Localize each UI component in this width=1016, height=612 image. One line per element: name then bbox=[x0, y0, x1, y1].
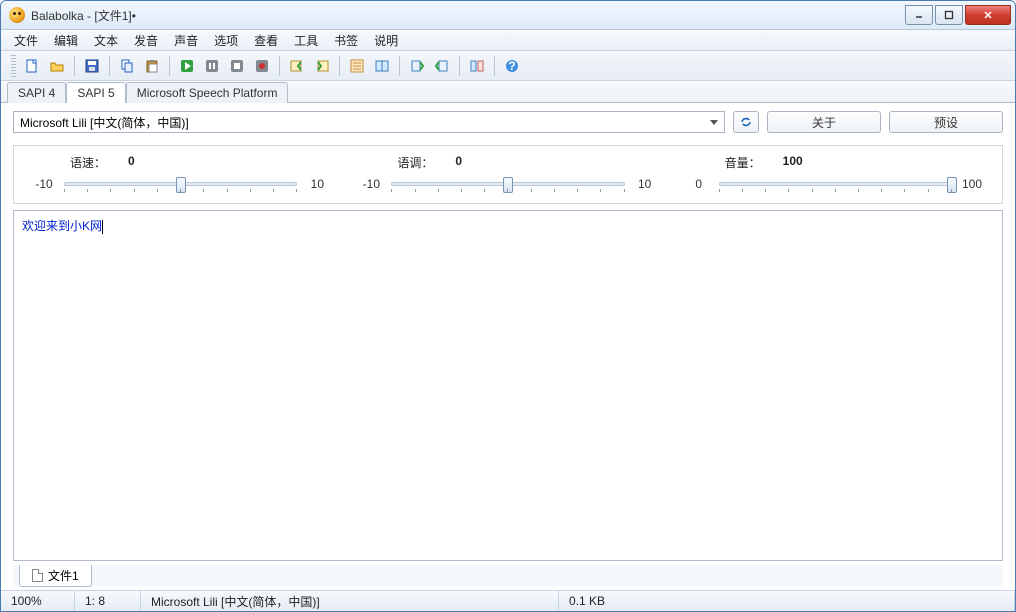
volume-slider[interactable] bbox=[719, 175, 952, 193]
toolbar-separator bbox=[169, 56, 170, 76]
document-tab-label: 文件1 bbox=[48, 567, 79, 584]
paste-icon[interactable] bbox=[141, 55, 163, 77]
volume-min: 0 bbox=[687, 177, 711, 191]
document-tabs: 文件1 bbox=[13, 565, 1003, 586]
voice-panel: Microsoft Lili [中文(简体，中国)] 关于 预设 bbox=[1, 103, 1015, 137]
toolbar-separator bbox=[459, 56, 460, 76]
minimize-button[interactable] bbox=[905, 5, 933, 25]
tab-sapi4[interactable]: SAPI 4 bbox=[7, 82, 66, 103]
book-prev-icon[interactable] bbox=[286, 55, 308, 77]
menu-options[interactable]: 选项 bbox=[207, 30, 245, 51]
window-controls bbox=[903, 5, 1011, 25]
record-icon[interactable] bbox=[251, 55, 273, 77]
status-voice: Microsoft Lili [中文(简体，中国)] bbox=[141, 591, 559, 611]
document-icon bbox=[32, 569, 43, 582]
stop-icon[interactable] bbox=[226, 55, 248, 77]
nav-next-icon[interactable] bbox=[431, 55, 453, 77]
rate-label: 语速： bbox=[70, 154, 106, 171]
menu-bookmark[interactable]: 书签 bbox=[327, 30, 365, 51]
toolbar-separator bbox=[279, 56, 280, 76]
volume-label: 音量： bbox=[725, 154, 761, 171]
rate-slider[interactable] bbox=[64, 175, 297, 193]
toolbar-separator bbox=[399, 56, 400, 76]
svg-text:?: ? bbox=[508, 59, 515, 73]
voice-select[interactable]: Microsoft Lili [中文(简体，中国)] bbox=[13, 111, 725, 133]
toolbar-separator bbox=[109, 56, 110, 76]
toolbar-separator bbox=[74, 56, 75, 76]
copy-icon[interactable] bbox=[116, 55, 138, 77]
tab-msspeech[interactable]: Microsoft Speech Platform bbox=[126, 82, 289, 103]
save-icon[interactable] bbox=[81, 55, 103, 77]
dict-icon[interactable] bbox=[371, 55, 393, 77]
status-size: 0.1 KB bbox=[559, 591, 1015, 611]
play-icon[interactable] bbox=[176, 55, 198, 77]
page-icon[interactable] bbox=[346, 55, 368, 77]
pitch-value: 0 bbox=[455, 154, 462, 171]
toolbar-grip bbox=[11, 55, 16, 77]
menu-file[interactable]: 文件 bbox=[7, 30, 45, 51]
about-button[interactable]: 关于 bbox=[767, 111, 881, 133]
pitch-label: 语调： bbox=[397, 154, 433, 171]
editor-frame: 欢迎来到小K网 bbox=[13, 210, 1003, 561]
pitch-slider-group: 语调： 0 -10 10 bbox=[359, 154, 656, 193]
open-folder-icon[interactable] bbox=[46, 55, 68, 77]
menu-view[interactable]: 查看 bbox=[247, 30, 285, 51]
close-button[interactable] bbox=[965, 5, 1011, 25]
statusbar: 100% 1: 8 Microsoft Lili [中文(简体，中国)] 0.1… bbox=[1, 590, 1015, 611]
menu-speak[interactable]: 发音 bbox=[127, 30, 165, 51]
nav-prev-icon[interactable] bbox=[406, 55, 428, 77]
menubar: 文件 编辑 文本 发音 声音 选项 查看 工具 书签 说明 bbox=[1, 30, 1015, 51]
menu-help[interactable]: 说明 bbox=[367, 30, 405, 51]
pitch-max: 10 bbox=[633, 177, 657, 191]
app-window: Balabolka - [文件1]• 文件 编辑 文本 发音 声音 选项 查看 … bbox=[0, 0, 1016, 612]
book-next-icon[interactable] bbox=[311, 55, 333, 77]
toolbar-separator bbox=[494, 56, 495, 76]
text-editor[interactable]: 欢迎来到小K网 bbox=[14, 211, 1002, 560]
volume-slider-group: 音量： 100 0 100 bbox=[687, 154, 984, 193]
menu-tools[interactable]: 工具 bbox=[287, 30, 325, 51]
rate-max: 10 bbox=[305, 177, 329, 191]
app-icon bbox=[9, 7, 25, 23]
api-tabs: SAPI 4 SAPI 5 Microsoft Speech Platform bbox=[1, 81, 1015, 103]
document-tab[interactable]: 文件1 bbox=[19, 565, 92, 587]
sliders-panel: 语速： 0 -10 10 语调： 0 -10 bbox=[13, 145, 1003, 204]
pitch-min: -10 bbox=[359, 177, 383, 191]
volume-max: 100 bbox=[960, 177, 984, 191]
toolbar-separator bbox=[339, 56, 340, 76]
rate-min: -10 bbox=[32, 177, 56, 191]
rate-slider-group: 语速： 0 -10 10 bbox=[32, 154, 329, 193]
menu-text[interactable]: 文本 bbox=[87, 30, 125, 51]
menu-edit[interactable]: 编辑 bbox=[47, 30, 85, 51]
rate-value: 0 bbox=[128, 154, 135, 171]
menu-voice[interactable]: 声音 bbox=[167, 30, 205, 51]
pitch-slider[interactable] bbox=[391, 175, 624, 193]
split-icon[interactable] bbox=[466, 55, 488, 77]
chevron-down-icon bbox=[710, 120, 718, 125]
tab-sapi5[interactable]: SAPI 5 bbox=[66, 82, 125, 103]
toolbar: ? bbox=[1, 51, 1015, 81]
help-icon[interactable]: ? bbox=[501, 55, 523, 77]
pause-icon[interactable] bbox=[201, 55, 223, 77]
editor-text: 欢迎来到小K网 bbox=[22, 219, 102, 233]
voice-select-value: Microsoft Lili [中文(简体，中国)] bbox=[20, 114, 189, 131]
status-zoom: 100% bbox=[1, 591, 75, 611]
preset-button[interactable]: 预设 bbox=[889, 111, 1003, 133]
refresh-button[interactable] bbox=[733, 111, 759, 133]
window-title: Balabolka - [文件1]• bbox=[31, 7, 903, 24]
new-file-icon[interactable] bbox=[21, 55, 43, 77]
titlebar: Balabolka - [文件1]• bbox=[1, 1, 1015, 30]
maximize-button[interactable] bbox=[935, 5, 963, 25]
volume-value: 100 bbox=[783, 154, 803, 171]
status-position: 1: 8 bbox=[75, 591, 141, 611]
text-caret bbox=[102, 220, 103, 234]
